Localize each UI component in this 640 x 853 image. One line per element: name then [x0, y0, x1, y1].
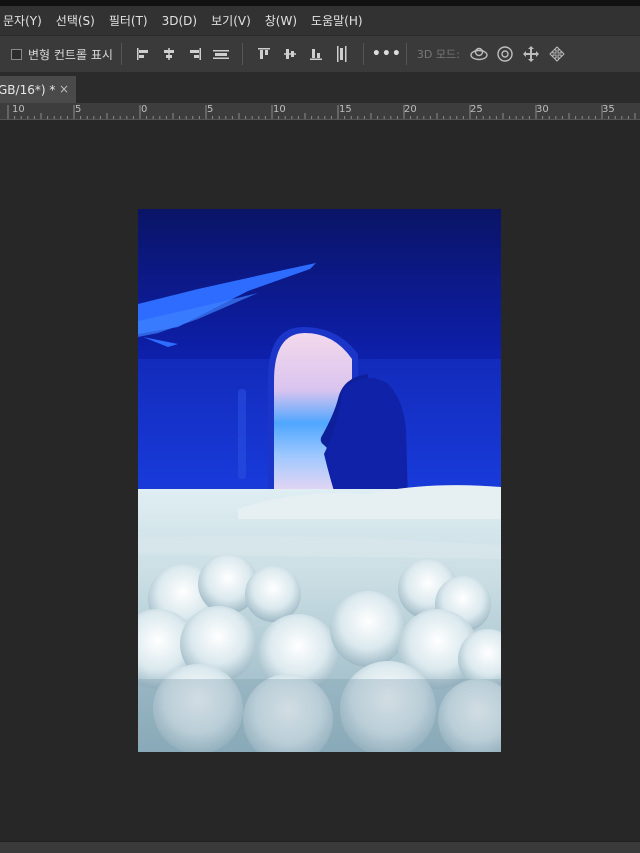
separator — [405, 43, 407, 65]
document-tab-bar: GB/16*) * × — [0, 73, 640, 103]
ruler-label: 0 — [141, 104, 148, 115]
ruler-label: 25 — [470, 104, 483, 115]
separator — [241, 43, 243, 65]
ruler-label: 5 — [75, 104, 82, 115]
document-tab-title: GB/16*) * — [0, 82, 56, 97]
ruler-label: 5 — [207, 104, 214, 115]
align-right-edges-icon[interactable] — [182, 41, 208, 67]
status-bar — [0, 841, 640, 853]
transform-label: 변형 컨트롤 표시 — [28, 47, 113, 62]
menu-bar: 문자(Y) 선택(S) 필터(T) 3D(D) 보기(V) 창(W) 도움말(H) — [0, 6, 640, 35]
canvas-area — [0, 120, 640, 841]
orbit-3d-icon[interactable] — [466, 41, 492, 67]
ruler-label: 10 — [273, 104, 286, 115]
roll-3d-icon[interactable] — [492, 41, 518, 67]
show-transform-controls[interactable]: 변형 컨트롤 표시 — [0, 46, 113, 63]
airplane-window-artwork — [138, 209, 501, 752]
menu-item[interactable]: 도움말(H) — [305, 12, 371, 29]
menu-item[interactable]: 3D(D) — [156, 14, 205, 28]
separator — [362, 43, 364, 65]
3d-mode-label: 3D 모드: — [416, 48, 460, 61]
distribute-vertical-icon[interactable] — [329, 41, 355, 67]
menu-item[interactable]: 보기(V) — [205, 12, 259, 29]
horizontal-ruler: 10 5 0 5 10 15 20 25 30 35 — [0, 103, 640, 120]
more-options-button[interactable]: ••• — [372, 46, 401, 62]
document-tab[interactable]: GB/16*) * × — [0, 76, 76, 103]
menu-item[interactable]: 필터(T) — [103, 12, 156, 29]
ruler-label: 10 — [12, 104, 25, 115]
align-vertical-centers-icon[interactable] — [277, 41, 303, 67]
distribute-horizontal-icon[interactable] — [208, 41, 234, 67]
menu-item[interactable]: 창(W) — [259, 12, 305, 29]
ruler-label: 20 — [404, 104, 417, 115]
ruler-label: 15 — [339, 104, 352, 115]
menu-item[interactable]: 문자(Y) — [0, 12, 50, 29]
ruler-label: 35 — [602, 104, 615, 115]
pan-3d-icon[interactable] — [518, 41, 544, 67]
document-canvas[interactable] — [138, 209, 501, 752]
close-icon[interactable]: × — [59, 82, 69, 96]
align-horizontal-centers-icon[interactable] — [156, 41, 182, 67]
slide-3d-icon[interactable] — [544, 41, 570, 67]
align-bottom-edges-icon[interactable] — [303, 41, 329, 67]
separator — [120, 43, 122, 65]
align-top-edges-icon[interactable] — [251, 41, 277, 67]
ruler-label: 30 — [536, 104, 549, 115]
menu-item[interactable]: 선택(S) — [50, 12, 103, 29]
transform-checkbox[interactable] — [11, 48, 22, 60]
align-left-edges-icon[interactable] — [130, 41, 156, 67]
options-bar: 변형 컨트롤 표시 ••• 3D 모드: — [0, 35, 640, 73]
